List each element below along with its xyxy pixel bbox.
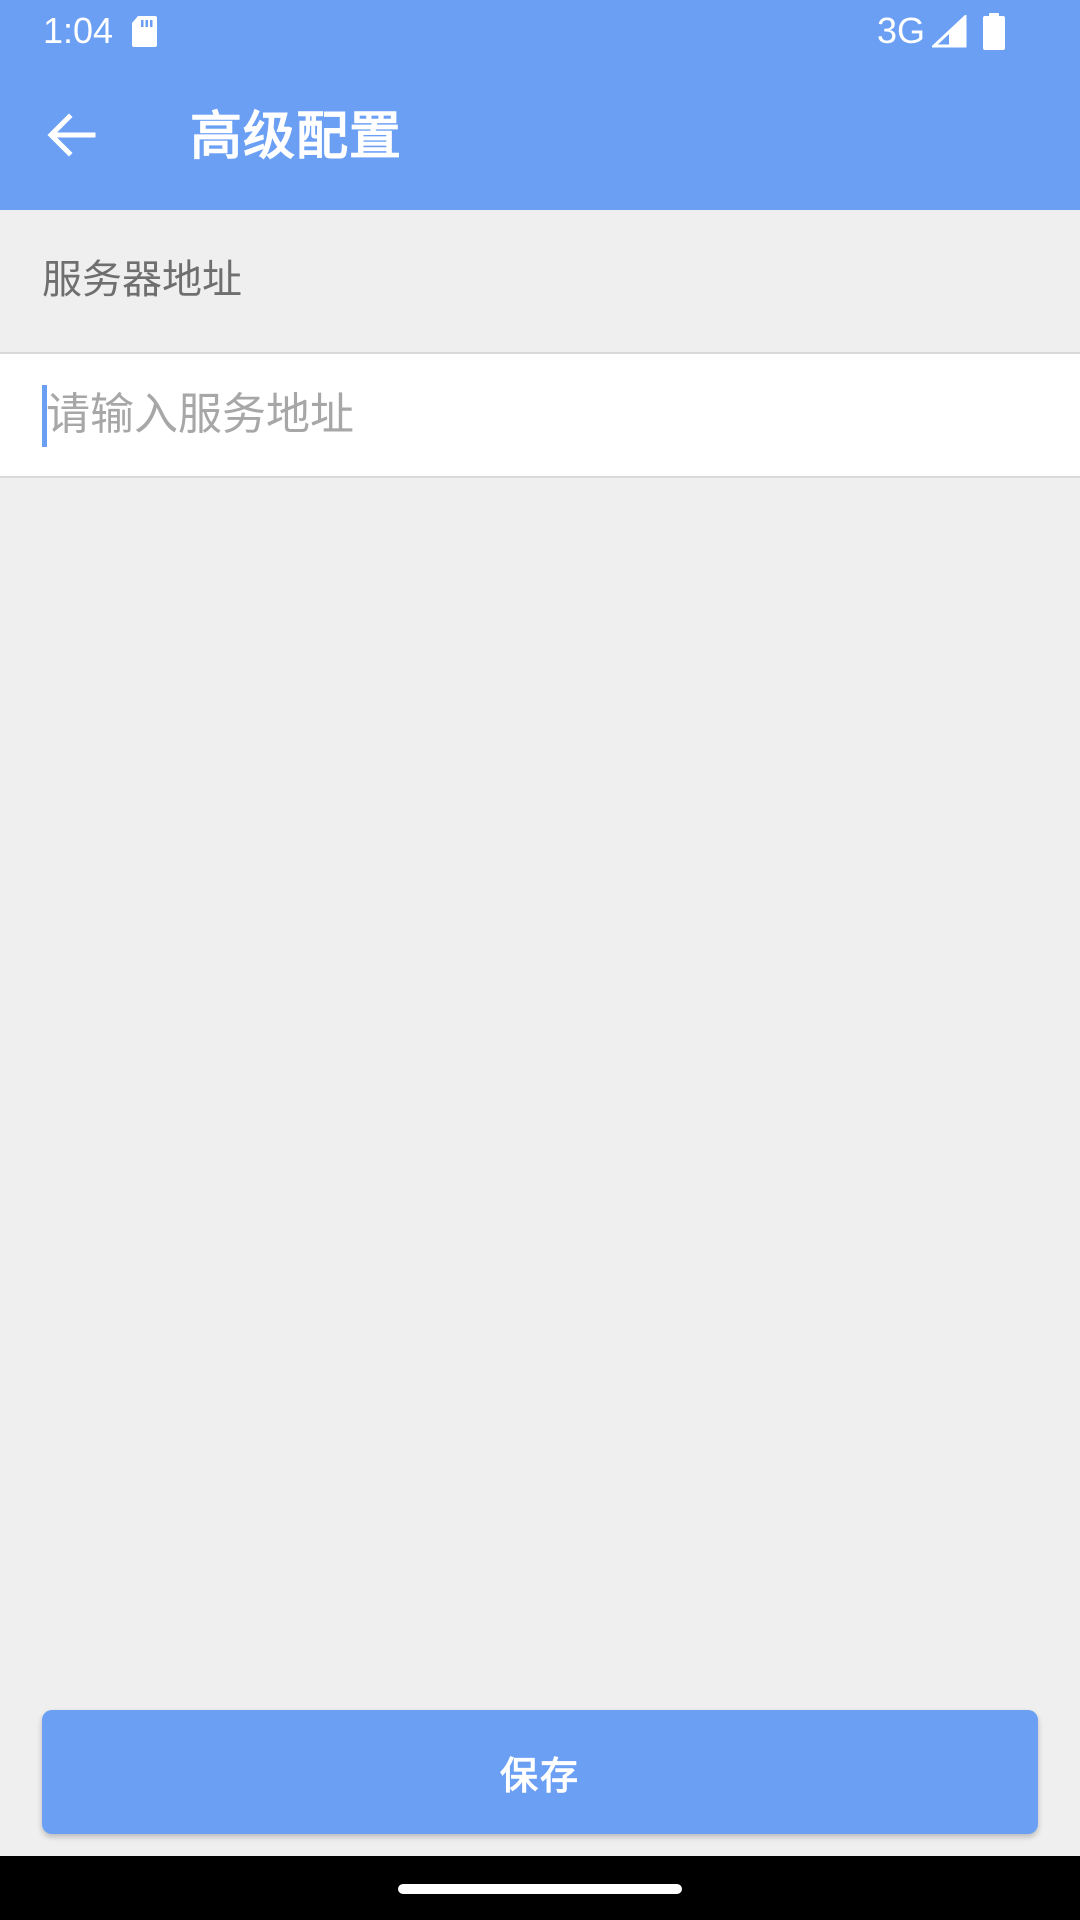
status-bar: 1:04 3G [0, 0, 1080, 63]
page-title: 高级配置 [190, 107, 403, 167]
server-address-input[interactable] [42, 382, 1036, 448]
battery-icon [982, 13, 1006, 50]
back-button[interactable] [34, 99, 110, 175]
system-navigation-bar [0, 1856, 1080, 1920]
server-address-field-row [0, 352, 1080, 478]
app-screen: 1:04 3G 高级配置 服务器地址 请输入服务地址 保存 [0, 0, 1080, 1920]
home-indicator[interactable] [398, 1884, 682, 1894]
text-cursor [42, 385, 47, 447]
status-time: 1:04 [43, 10, 114, 51]
sd-card-icon [131, 15, 158, 48]
app-toolbar: 高级配置 [0, 63, 1080, 210]
network-type: 3G [876, 10, 925, 51]
arrow-left-icon [47, 112, 97, 162]
signal-icon [930, 13, 967, 48]
save-button[interactable]: 保存 [42, 1710, 1038, 1834]
server-address-label: 服务器地址 [42, 257, 242, 303]
